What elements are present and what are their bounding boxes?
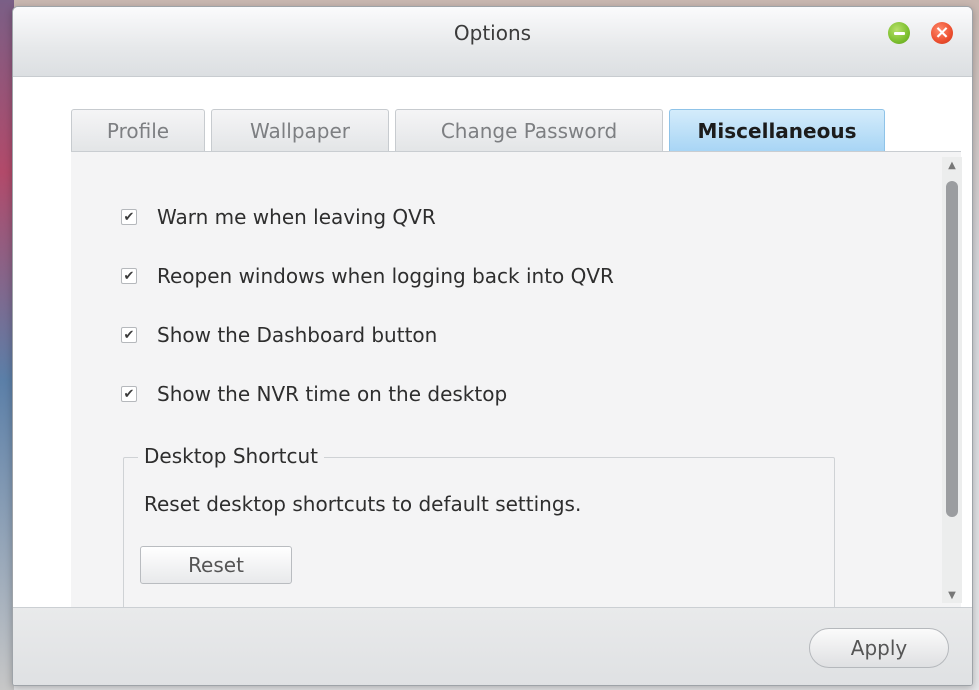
screen: Options × Profile Wallpaper Change Passw…	[0, 0, 979, 690]
option-label: Reopen windows when logging back into QV…	[157, 264, 614, 288]
title-bar[interactable]: Options ×	[13, 7, 972, 77]
desktop-shortcut-legend: Desktop Shortcut	[138, 444, 325, 468]
desktop-shortcut-group: Desktop Shortcut Reset desktop shortcuts…	[123, 444, 835, 607]
close-icon: ×	[934, 22, 950, 43]
desktop-shortcut-description: Reset desktop shortcuts to default setti…	[144, 492, 582, 516]
checkmark-icon: ✔	[123, 327, 135, 343]
checkmark-icon: ✔	[123, 268, 135, 284]
tab-wallpaper[interactable]: Wallpaper	[211, 109, 389, 151]
tab-miscellaneous[interactable]: Miscellaneous	[669, 109, 885, 151]
tab-bar: Profile Wallpaper Change Password Miscel…	[71, 107, 891, 151]
window-title: Options	[453, 21, 532, 45]
close-button[interactable]: ×	[931, 22, 953, 44]
option-label: Show the NVR time on the desktop	[157, 382, 508, 406]
option-label: Warn me when leaving QVR	[157, 205, 436, 229]
footer-bar: Apply	[13, 607, 972, 685]
scroll-up-icon[interactable]: ▲	[942, 157, 962, 173]
minimize-button[interactable]	[888, 22, 910, 44]
option-warn-leaving[interactable]: ✔ Warn me when leaving QVR	[121, 202, 614, 232]
tab-profile[interactable]: Profile	[71, 109, 205, 151]
checkmark-icon: ✔	[123, 209, 135, 225]
option-show-nvr-time[interactable]: ✔ Show the NVR time on the desktop	[121, 379, 614, 409]
options-list: ✔ Warn me when leaving QVR ✔ Reopen wind…	[121, 202, 614, 438]
option-show-dashboard[interactable]: ✔ Show the Dashboard button	[121, 320, 614, 350]
scroll-thumb[interactable]	[946, 181, 958, 517]
tab-change-password[interactable]: Change Password	[395, 109, 663, 151]
reopen-windows-checkbox[interactable]: ✔	[121, 268, 137, 284]
option-reopen-windows[interactable]: ✔ Reopen windows when logging back into …	[121, 261, 614, 291]
checkmark-icon: ✔	[123, 386, 135, 402]
show-nvr-time-checkbox[interactable]: ✔	[121, 386, 137, 402]
warn-leaving-checkbox[interactable]: ✔	[121, 209, 137, 225]
option-label: Show the Dashboard button	[157, 323, 438, 347]
vertical-scrollbar[interactable]: ▲ ▼	[942, 157, 962, 603]
apply-button[interactable]: Apply	[809, 628, 949, 668]
options-window: Options × Profile Wallpaper Change Passw…	[12, 6, 973, 686]
content-area: Profile Wallpaper Change Password Miscel…	[13, 77, 972, 607]
scroll-down-icon[interactable]: ▼	[942, 587, 962, 603]
show-dashboard-checkbox[interactable]: ✔	[121, 327, 137, 343]
miscellaneous-panel: ✔ Warn me when leaving QVR ✔ Reopen wind…	[71, 151, 961, 607]
reset-button[interactable]: Reset	[140, 546, 292, 584]
minimize-icon	[893, 31, 905, 35]
